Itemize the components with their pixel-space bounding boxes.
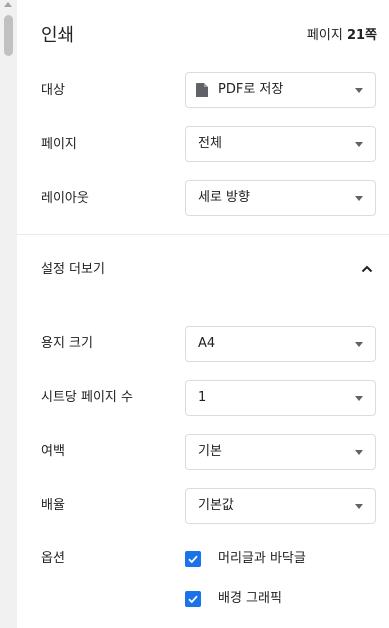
layout-select[interactable]: 세로 방향	[185, 180, 376, 216]
page-title: 인쇄	[41, 25, 75, 46]
paper-size-label: 용지 크기	[41, 336, 93, 351]
print-header: 인쇄 페이지 21쪽	[41, 24, 377, 48]
page-count-value: 21쪽	[346, 28, 377, 43]
dropdown-caret-icon	[355, 450, 363, 455]
more-settings-label: 설정 더보기	[41, 262, 105, 277]
scroll-up-arrow-icon[interactable]	[4, 2, 12, 7]
pages-per-sheet-select[interactable]: 1	[185, 380, 376, 416]
background-graphics-label: 배경 그래픽	[218, 591, 282, 606]
page-count: 페이지 21쪽	[307, 27, 377, 45]
headers-footers-checkbox[interactable]	[185, 551, 201, 567]
scale-label: 배율	[41, 498, 65, 513]
paper-size-select[interactable]: A4	[185, 326, 376, 362]
pages-value: 전체	[198, 136, 222, 151]
scrollbar-thumb[interactable]	[4, 15, 13, 56]
section-divider	[17, 234, 389, 235]
document-icon	[196, 83, 208, 97]
headers-footers-label: 머리글과 바닥글	[218, 551, 306, 566]
layout-label: 레이아웃	[41, 191, 89, 206]
destination-label: 대상	[41, 83, 65, 98]
margins-label: 여백	[41, 444, 65, 459]
background-graphics-checkbox[interactable]	[185, 591, 201, 607]
dropdown-caret-icon	[355, 196, 363, 201]
dropdown-caret-icon	[355, 396, 363, 401]
vertical-scrollbar[interactable]	[0, 0, 17, 628]
scale-select[interactable]: 기본값	[185, 488, 376, 524]
margins-select[interactable]: 기본	[185, 434, 376, 470]
checkmark-icon	[188, 555, 198, 564]
dropdown-caret-icon	[355, 504, 363, 509]
destination-select[interactable]: PDF로 저장	[185, 72, 376, 108]
page-count-prefix: 페이지	[306, 28, 347, 43]
paper-size-value: A4	[198, 336, 216, 351]
dropdown-caret-icon	[355, 142, 363, 147]
chevron-up-icon	[361, 265, 373, 273]
pages-select[interactable]: 전체	[185, 126, 376, 162]
pages-per-sheet-label: 시트당 페이지 수	[41, 390, 133, 405]
destination-value: PDF로 저장	[218, 82, 284, 97]
checkmark-icon	[188, 595, 198, 604]
options-label: 옵션	[41, 551, 65, 566]
layout-value: 세로 방향	[198, 190, 250, 205]
dropdown-caret-icon	[355, 88, 363, 93]
margins-value: 기본	[198, 444, 222, 459]
scale-value: 기본값	[198, 498, 234, 513]
dropdown-caret-icon	[355, 342, 363, 347]
pages-label: 페이지	[41, 137, 77, 152]
more-settings-toggle[interactable]: 설정 더보기	[17, 252, 389, 288]
pages-per-sheet-value: 1	[198, 390, 207, 405]
